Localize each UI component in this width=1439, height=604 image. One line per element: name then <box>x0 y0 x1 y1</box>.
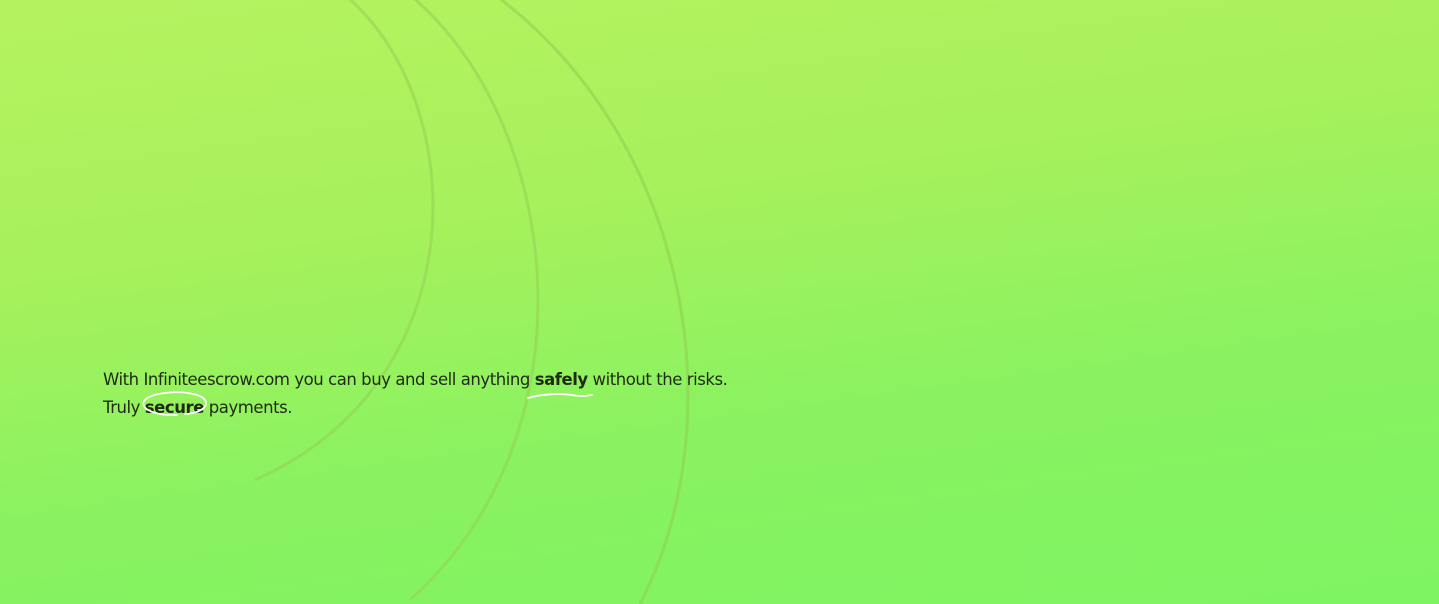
highlight-secure: secure <box>142 391 207 422</box>
highlight-word: secure <box>144 398 205 417</box>
tagline-text: With Infiniteescrow.com you can buy and … <box>103 370 535 389</box>
tagline-text: without the risks. <box>587 370 728 389</box>
tagline-text: payments. <box>203 398 293 417</box>
tagline-text: Truly <box>103 398 145 417</box>
arc-outer <box>498 0 690 604</box>
highlight-word: safely <box>534 370 588 389</box>
arc-middle <box>408 0 540 602</box>
highlight-safely: safely <box>526 366 593 399</box>
tagline-line-2: Truly secure payments. <box>103 391 863 422</box>
decorative-arcs <box>254 0 690 604</box>
hero-tagline: With Infiniteescrow.com you can buy and … <box>103 366 863 422</box>
tagline-line-1: With Infiniteescrow.com you can buy and … <box>103 366 863 399</box>
